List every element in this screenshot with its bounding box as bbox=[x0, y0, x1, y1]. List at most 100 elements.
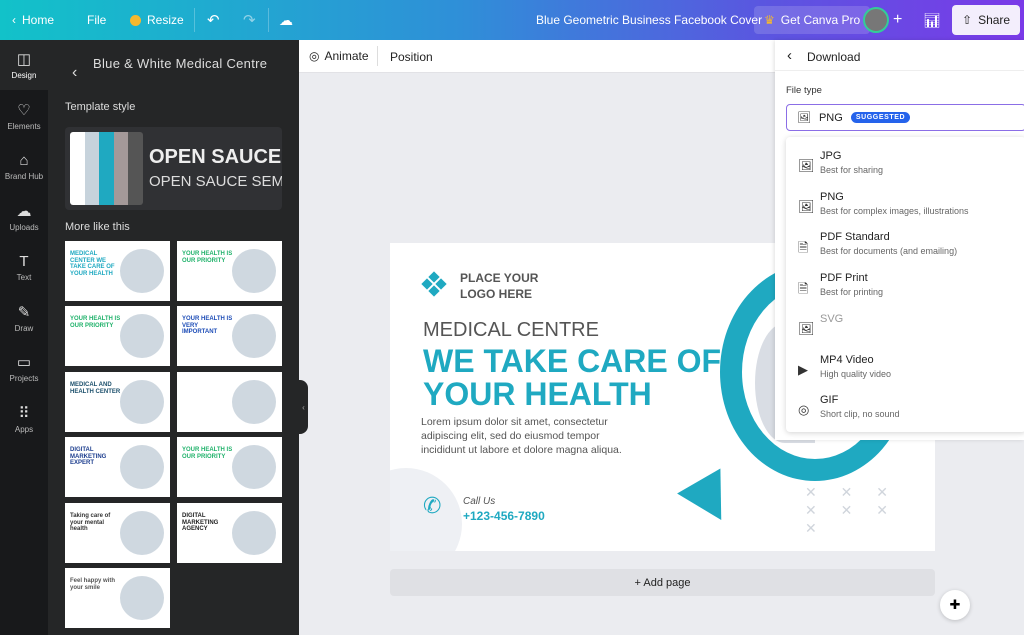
share-button[interactable]: ⇧ Share bbox=[952, 5, 1021, 35]
template-thumbnail[interactable]: DIGITAL MARKETING AGENCY bbox=[177, 503, 282, 563]
palette-swatch bbox=[84, 132, 100, 205]
template-thumbnail[interactable]: YOUR HEALTH IS OUR PRIORITY bbox=[177, 437, 282, 497]
rail-item-brand-hub[interactable]: ⌂ Brand Hub bbox=[0, 141, 48, 191]
document-title[interactable]: Blue Geometric Business Facebook Cover bbox=[536, 0, 762, 40]
thumbnail-photo bbox=[120, 249, 164, 293]
file-type-option-svg[interactable]: 🖼︎ SVG bbox=[786, 310, 1024, 350]
file-type-label: File type bbox=[786, 85, 822, 96]
home-button[interactable]: ‹ Home bbox=[12, 0, 54, 40]
rail-item-apps[interactable]: ⠿ Apps bbox=[0, 394, 48, 444]
rail-item-draw[interactable]: ✎ Draw bbox=[0, 293, 48, 343]
thumbnail-photo bbox=[232, 511, 276, 555]
template-thumbnail[interactable]: Taking care of your mental health bbox=[65, 503, 170, 563]
file-type-option-pdf-standard[interactable]: 🗎 PDF Standard Best for documents (and ema… bbox=[786, 228, 1024, 268]
download-title: Download bbox=[807, 50, 861, 64]
logo-placeholder: PLACE YOUR LOGO HERE bbox=[460, 271, 539, 301]
font-heading: OPEN SAUCE bbox=[149, 146, 282, 168]
palette-swatch bbox=[70, 132, 85, 205]
design-headline-1: WE TAKE CARE OF bbox=[423, 343, 722, 379]
analytics-icon[interactable]: 📊︎ bbox=[923, 0, 941, 40]
panel-title: Blue & White Medical Centre bbox=[93, 56, 268, 71]
rail-item-elements[interactable]: ♡ Elements bbox=[0, 91, 48, 141]
image-icon: 🖼︎ bbox=[798, 158, 815, 173]
file-type-option-jpg[interactable]: 🖼︎ JPG Best for sharing bbox=[786, 147, 1024, 187]
crown-icon bbox=[130, 14, 141, 26]
template-thumbnail[interactable]: MEDICAL AND HEALTH CENTER bbox=[65, 372, 170, 432]
brand-icon: ⌂ bbox=[19, 151, 29, 169]
add-collaborator-button[interactable]: + bbox=[893, 0, 902, 40]
rail-item-uploads[interactable]: ☁ Uploads bbox=[0, 192, 48, 242]
shapes-icon: ♡ bbox=[17, 101, 31, 119]
file-type-option-gif[interactable]: ◎ GIF Short clip, no sound bbox=[786, 391, 1024, 431]
animate-icon: ◎ bbox=[309, 49, 320, 63]
design-headline-2: YOUR HEALTH bbox=[423, 376, 652, 412]
file-type-option-mp4-video[interactable]: ▶ MP4 Video High quality video bbox=[786, 351, 1024, 391]
thumbnail-photo bbox=[232, 314, 276, 358]
template-style-card[interactable]: OPEN SAUCE OPEN SAUCE SEMI bbox=[65, 127, 282, 210]
image-icon: 🖼︎ bbox=[798, 198, 815, 214]
template-thumbnail[interactable]: YOUR HEALTH IS OUR PRIORITY bbox=[65, 306, 170, 366]
back-button[interactable]: ‹ bbox=[72, 64, 77, 82]
download-panel: ‹ Download File type 🖼︎ PNG SUGGESTED 🖼︎ JP… bbox=[775, 40, 1024, 440]
thumbnail-photo bbox=[120, 445, 164, 489]
rail-item-design[interactable]: ◫ Design bbox=[0, 40, 48, 90]
file-type-dropdown: 🖼︎ JPG Best for sharing 🖼︎ PNG Best for compl… bbox=[786, 137, 1024, 432]
thumbnail-photo bbox=[232, 249, 276, 293]
back-button[interactable]: ‹ bbox=[787, 47, 792, 64]
crown-icon: ♛ bbox=[764, 13, 775, 27]
decor-triangle bbox=[677, 468, 743, 533]
palette-swatch bbox=[128, 132, 143, 205]
file-type-select[interactable]: 🖼︎ PNG SUGGESTED bbox=[786, 104, 1024, 131]
divider bbox=[268, 8, 269, 32]
template-thumbnail[interactable]: Feel happy with your smile bbox=[65, 568, 170, 628]
template-thumbnail[interactable]: YOUR HEALTH IS OUR PRIORITY bbox=[177, 241, 282, 301]
gif-icon: ◎ bbox=[798, 402, 810, 418]
animate-button[interactable]: ◎ Animate bbox=[309, 49, 369, 63]
add-page-button[interactable]: + Add page bbox=[390, 569, 935, 596]
image-icon: 🖼︎ bbox=[797, 112, 811, 124]
thumbnail-photo bbox=[232, 380, 276, 424]
divider bbox=[194, 8, 195, 32]
design-subtitle: MEDICAL CENTRE bbox=[423, 319, 599, 341]
document-icon: 🗎 bbox=[798, 281, 809, 297]
pen-icon: ✎ bbox=[17, 303, 31, 321]
top-bar: ‹ Home File Resize ↶ ↷ ☁ Blue Geometric B… bbox=[0, 0, 1024, 40]
file-menu[interactable]: File bbox=[87, 0, 106, 40]
logo-icon bbox=[421, 271, 447, 297]
get-pro-button[interactable]: ♛ Get Canva Pro bbox=[754, 6, 871, 34]
palette-swatch bbox=[113, 132, 129, 205]
file-type-option-pdf-print[interactable]: 🗎 PDF Print Best for printing bbox=[786, 269, 1024, 309]
template-thumbnail[interactable]: DIGITAL MARKETING EXPERT bbox=[65, 437, 170, 497]
rail-item-text[interactable]: T Text bbox=[0, 242, 48, 292]
position-button[interactable]: Position bbox=[390, 50, 433, 64]
suggested-badge: SUGGESTED bbox=[850, 112, 911, 123]
thumbnail-photo bbox=[120, 380, 164, 424]
palette-swatch bbox=[99, 132, 114, 205]
phone-number: +123-456-7890 bbox=[463, 509, 545, 523]
resize-button[interactable]: Resize bbox=[130, 0, 184, 40]
template-thumbnail[interactable]: YOUR HEALTH IS VERY IMPORTANT bbox=[177, 306, 282, 366]
thumbnail-photo bbox=[120, 576, 164, 620]
chevron-left-icon: ‹ bbox=[12, 13, 16, 27]
file-type-option-png[interactable]: 🖼︎ PNG Best for complex images, illustrati… bbox=[786, 188, 1024, 228]
divider bbox=[775, 70, 1024, 71]
avatar[interactable] bbox=[863, 0, 889, 40]
cloud-saved-icon[interactable]: ☁ bbox=[279, 0, 293, 40]
design-panel: ‹ Blue & White Medical Centre Template s… bbox=[48, 40, 299, 635]
template-thumbnail[interactable]: MEDICAL CENTER WE TAKE CARE OF YOUR HEAL… bbox=[65, 241, 170, 301]
rail-item-projects[interactable]: ▭ Projects bbox=[0, 343, 48, 393]
upload-icon: ⇧ bbox=[962, 13, 973, 27]
thumbnail-photo bbox=[232, 445, 276, 489]
folder-icon: ▭ bbox=[16, 354, 32, 371]
video-icon: ▶ bbox=[798, 361, 808, 377]
call-label: Call Us bbox=[463, 496, 496, 507]
grid-icon: ⠿ bbox=[18, 404, 30, 422]
thumbnail-photo bbox=[120, 314, 164, 358]
undo-button[interactable]: ↶ bbox=[207, 0, 220, 40]
redo-button[interactable]: ↷ bbox=[243, 0, 256, 40]
font-sub: OPEN SAUCE SEMI bbox=[149, 173, 282, 190]
design-body: Lorem ipsum dolor sit amet, consectetur … bbox=[421, 416, 622, 456]
template-thumbnail[interactable] bbox=[177, 372, 282, 432]
help-button[interactable]: ✚ bbox=[940, 590, 970, 620]
collapse-panel-handle[interactable]: ‹ bbox=[299, 380, 308, 434]
